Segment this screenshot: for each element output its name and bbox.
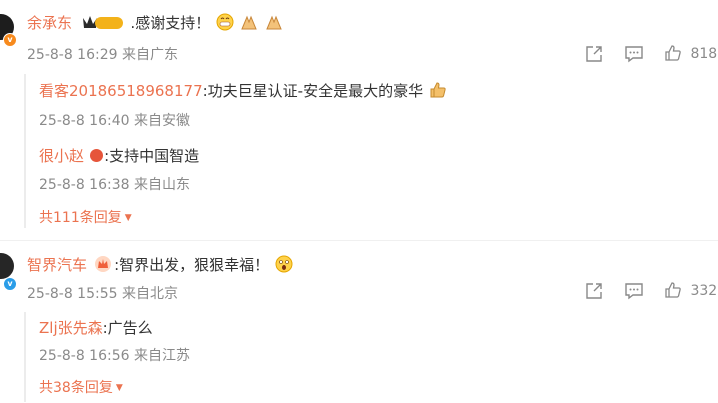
reply-location: 来自江苏 — [133, 348, 190, 364]
like-count: 332 — [690, 283, 718, 299]
verified-badge-icon: v — [3, 277, 17, 291]
reply-text: :广告么 — [102, 319, 153, 337]
reply-meta: 25-8-8 16:40 来自安徽 — [39, 110, 190, 130]
like-button[interactable]: 818 — [664, 44, 717, 62]
reply-location: 来自山东 — [133, 177, 190, 193]
emoji-icon-grin — [216, 13, 234, 31]
comment-text: :感谢支持！ — [130, 14, 211, 32]
share-icon[interactable] — [584, 281, 604, 301]
comment-text: :智界出发，狠狠幸福！ — [114, 256, 270, 274]
reply-location: 来自安徽 — [133, 113, 190, 129]
reply-text: :功夫巨星认证-安全是最大的豪华 — [202, 82, 424, 100]
verified-badge-icon: v — [3, 33, 17, 47]
comment-location: 来自北京 — [121, 286, 178, 302]
emoji-icon-surprised — [275, 255, 293, 273]
comment-location: 来自广东 — [121, 47, 178, 63]
emoji-icon-pray — [265, 13, 283, 31]
reply-meta: 25-8-8 16:38 来自山东 — [39, 174, 190, 194]
emoji-icon-thumbs-up — [429, 81, 447, 99]
member-crown-icon — [81, 12, 125, 36]
comment-username[interactable]: 余承东 — [27, 14, 72, 32]
member-crown-icon — [94, 255, 112, 277]
comment-time: 25-8-8 15:55 — [27, 286, 118, 302]
reply-time: 25-8-8 16:38 — [39, 177, 130, 193]
comment-meta: 25-8-8 16:29 来自广东 — [27, 44, 178, 64]
reply-time: 25-8-8 16:40 — [39, 113, 130, 129]
reply-divider — [24, 312, 26, 402]
emoji-icon-pray — [240, 13, 258, 31]
reply-item: Zlj张先森:广告么 — [39, 317, 153, 338]
reply-username[interactable]: Zlj张先森 — [39, 319, 103, 337]
level-badge: Ⅱ — [131, 15, 137, 25]
comment-separator — [0, 240, 718, 241]
like-button[interactable]: 332 — [664, 281, 717, 299]
comment-header: 余承东 Ⅱ :感谢支持！ — [27, 12, 283, 36]
reply-time: 25-8-8 16:56 — [39, 348, 130, 364]
comment-icon[interactable] — [624, 281, 644, 301]
thumbs-up-icon — [664, 281, 682, 299]
triangle-down-icon: ▼ — [124, 213, 132, 223]
comment-icon[interactable] — [624, 44, 644, 64]
avatar[interactable] — [0, 253, 14, 279]
reply-text: :支持中国智造 — [104, 147, 200, 165]
comment-meta: 25-8-8 15:55 来自北京 — [27, 283, 178, 303]
comment-header: 智界汽车 :智界出发，狠狠幸福！ — [27, 254, 293, 277]
more-replies-label: 共111条回复 — [39, 210, 122, 226]
reply-username[interactable]: 看客20186518968177 — [39, 82, 203, 100]
comment-time: 25-8-8 16:29 — [27, 47, 118, 63]
share-icon[interactable] — [584, 44, 604, 64]
reply-divider — [24, 74, 26, 228]
more-replies-label: 共38条回复 — [39, 380, 113, 396]
thumbs-up-icon — [664, 44, 682, 62]
comment-username[interactable]: 智界汽车 — [27, 256, 87, 274]
like-count: 818 — [690, 46, 718, 62]
more-replies-link[interactable]: 共38条回复 ▼ — [39, 377, 123, 397]
verified-small-icon — [90, 149, 104, 162]
reply-item: 看客20186518968177:功夫巨星认证-安全是最大的豪华 — [39, 80, 447, 101]
reply-meta: 25-8-8 16:56 来自江苏 — [39, 345, 190, 365]
more-replies-link[interactable]: 共111条回复 ▼ — [39, 207, 132, 227]
reply-item: 很小赵 :支持中国智造 — [39, 145, 199, 166]
reply-username[interactable]: 很小赵 — [39, 147, 84, 165]
triangle-down-icon: ▼ — [115, 383, 123, 393]
